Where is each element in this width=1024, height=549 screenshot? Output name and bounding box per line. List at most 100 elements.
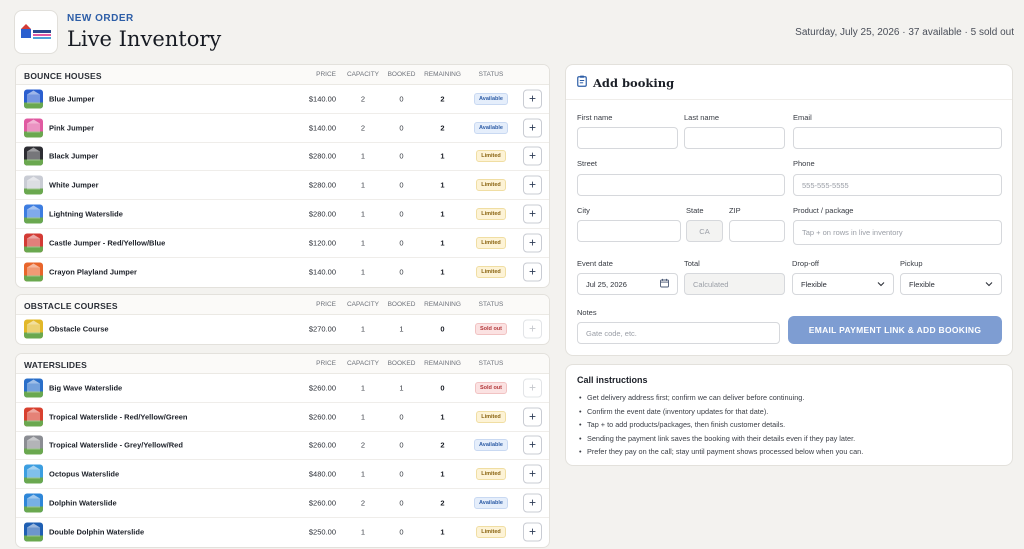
product-booked: 0 xyxy=(399,527,404,537)
status-badge: Available xyxy=(474,439,508,452)
list-item: Get delivery address first; confirm we c… xyxy=(579,391,863,405)
call-instructions-card: Call instructions Get delivery address f… xyxy=(565,364,1013,466)
product-remaining: 1 xyxy=(440,151,445,161)
inventory-row: Double Dolphin Waterslide $250.00 1 0 1 Limit… xyxy=(16,518,549,547)
product-price: $120.00 xyxy=(308,238,336,248)
product-name: White Jumper xyxy=(49,180,99,190)
product-price: $260.00 xyxy=(308,383,336,393)
phone-field[interactable]: 555-555-5555 xyxy=(793,174,1002,196)
street-field[interactable] xyxy=(577,174,785,196)
status-cell: Limited xyxy=(468,526,514,539)
product-price: $140.00 xyxy=(308,94,336,104)
status-cell: Limited xyxy=(468,150,514,163)
product-remaining: 2 xyxy=(440,498,445,508)
last-name-field[interactable] xyxy=(684,127,785,149)
column-header-capacity: CAPACITY xyxy=(346,301,380,308)
section-header: OBSTACLE COURSES PRICE CAPACITY BOOKED REMAI… xyxy=(16,295,549,315)
column-header-status: STATUS xyxy=(478,360,504,367)
section-title: WATERSLIDES xyxy=(24,360,87,370)
add-booking-heading: Add booking xyxy=(593,75,675,90)
status-badge: Limited xyxy=(476,236,506,249)
list-item: Confirm the event date (inventory update… xyxy=(579,405,863,419)
add-item-button[interactable]: + xyxy=(523,407,542,427)
pickup-label: Pickup xyxy=(900,259,923,268)
zip-field[interactable] xyxy=(729,220,785,242)
product-booked: 0 xyxy=(399,469,404,479)
product-name: Octopus Waterslide xyxy=(49,469,120,479)
section-header: WATERSLIDES PRICE CAPACITY BOOKED REMAINING S… xyxy=(16,354,549,374)
add-item-button[interactable]: + xyxy=(523,146,542,166)
email-field[interactable] xyxy=(793,127,1002,149)
status-cell: Limited xyxy=(468,179,514,192)
last-name-label: Last name xyxy=(684,113,720,122)
product-booked: 0 xyxy=(399,412,404,422)
product-capacity: 1 xyxy=(360,412,366,422)
product-thumbnail xyxy=(24,464,43,484)
product-booked: 0 xyxy=(399,498,404,508)
column-header-status: STATUS xyxy=(478,71,504,78)
product-name: Tropical Waterslide - Red/Yellow/Green xyxy=(49,412,188,422)
company-logo xyxy=(14,10,58,54)
product-name: Double Dolphin Waterslide xyxy=(49,527,145,537)
notes-field[interactable]: Gate code, etc. xyxy=(577,322,780,344)
call-instructions-list: Get delivery address first; confirm we c… xyxy=(579,391,863,459)
add-item-button: + xyxy=(523,378,542,398)
status-badge: Limited xyxy=(476,526,506,539)
status-cell: Available xyxy=(468,439,514,452)
inventory-row: Pink Jumper $140.00 2 0 2 Available + xyxy=(16,114,549,143)
add-item-button[interactable]: + xyxy=(523,435,542,455)
add-item-button[interactable]: + xyxy=(523,464,542,484)
product-price: $280.00 xyxy=(308,209,336,219)
product-capacity: 1 xyxy=(360,209,366,219)
inventory-summary: Saturday, July 25, 2026 · 37 available ·… xyxy=(795,27,1014,38)
product-booked: 1 xyxy=(399,324,404,334)
product-remaining: 1 xyxy=(440,238,445,248)
product-thumbnail xyxy=(24,89,43,109)
inventory-row: White Jumper $280.00 1 0 1 Limited + xyxy=(16,171,549,201)
product-name: Big Wave Waterslide xyxy=(49,383,123,393)
add-item-button[interactable]: + xyxy=(523,233,542,253)
add-item-button[interactable]: + xyxy=(523,522,542,542)
product-name: Blue Jumper xyxy=(49,94,95,104)
pickup-select[interactable]: Flexible xyxy=(900,273,1002,295)
product-price: $140.00 xyxy=(308,123,336,133)
column-header-price: PRICE xyxy=(316,71,336,78)
product-field[interactable]: Tap + on rows in live inventory xyxy=(793,220,1002,245)
column-header-remaining: REMAINING xyxy=(424,301,461,308)
status-cell: Sold out xyxy=(468,381,514,394)
add-item-button[interactable]: + xyxy=(523,262,542,282)
chevron-down-icon xyxy=(985,280,993,289)
email-payment-link-button[interactable]: EMAIL PAYMENT LINK & ADD BOOKING xyxy=(788,316,1002,344)
product-capacity: 1 xyxy=(360,267,366,277)
product-thumbnail xyxy=(24,262,43,282)
add-item-button[interactable]: + xyxy=(523,89,542,109)
city-field[interactable] xyxy=(577,220,681,242)
list-item: Prefer they pay on the call; stay until … xyxy=(579,445,863,459)
event-date-label: Event date xyxy=(577,259,613,268)
page-eyebrow: NEW ORDER xyxy=(67,13,134,24)
inventory-row: Tropical Waterslide - Grey/Yellow/Red $26… xyxy=(16,432,549,461)
inventory-row: Obstacle Course $270.00 1 1 0 Sold out + xyxy=(16,315,549,344)
product-price: $140.00 xyxy=(308,267,336,277)
status-badge: Available xyxy=(474,121,508,134)
product-capacity: 1 xyxy=(360,180,366,190)
status-badge: Sold out xyxy=(475,323,507,336)
inventory-row: Black Jumper $280.00 1 0 1 Limited + xyxy=(16,143,549,172)
add-item-button[interactable]: + xyxy=(523,175,542,195)
event-date-field[interactable]: Jul 25, 2026 xyxy=(577,273,678,295)
product-price: $250.00 xyxy=(308,527,336,537)
dropoff-select[interactable]: Flexible xyxy=(792,273,894,295)
product-booked: 0 xyxy=(399,440,404,450)
add-item-button[interactable]: + xyxy=(523,493,542,513)
first-name-field[interactable] xyxy=(577,127,678,149)
product-price: $280.00 xyxy=(308,151,336,161)
add-item-button[interactable]: + xyxy=(523,204,542,224)
product-name: Crayon Playland Jumper xyxy=(49,267,137,277)
add-item-button[interactable]: + xyxy=(523,118,542,138)
product-remaining: 1 xyxy=(440,180,445,190)
status-badge: Limited xyxy=(476,150,506,163)
state-field[interactable]: CA xyxy=(686,220,723,242)
status-cell: Available xyxy=(468,497,514,510)
page-header: NEW ORDER Live Inventory Saturday, July … xyxy=(14,10,1014,58)
product-capacity: 2 xyxy=(360,94,366,104)
